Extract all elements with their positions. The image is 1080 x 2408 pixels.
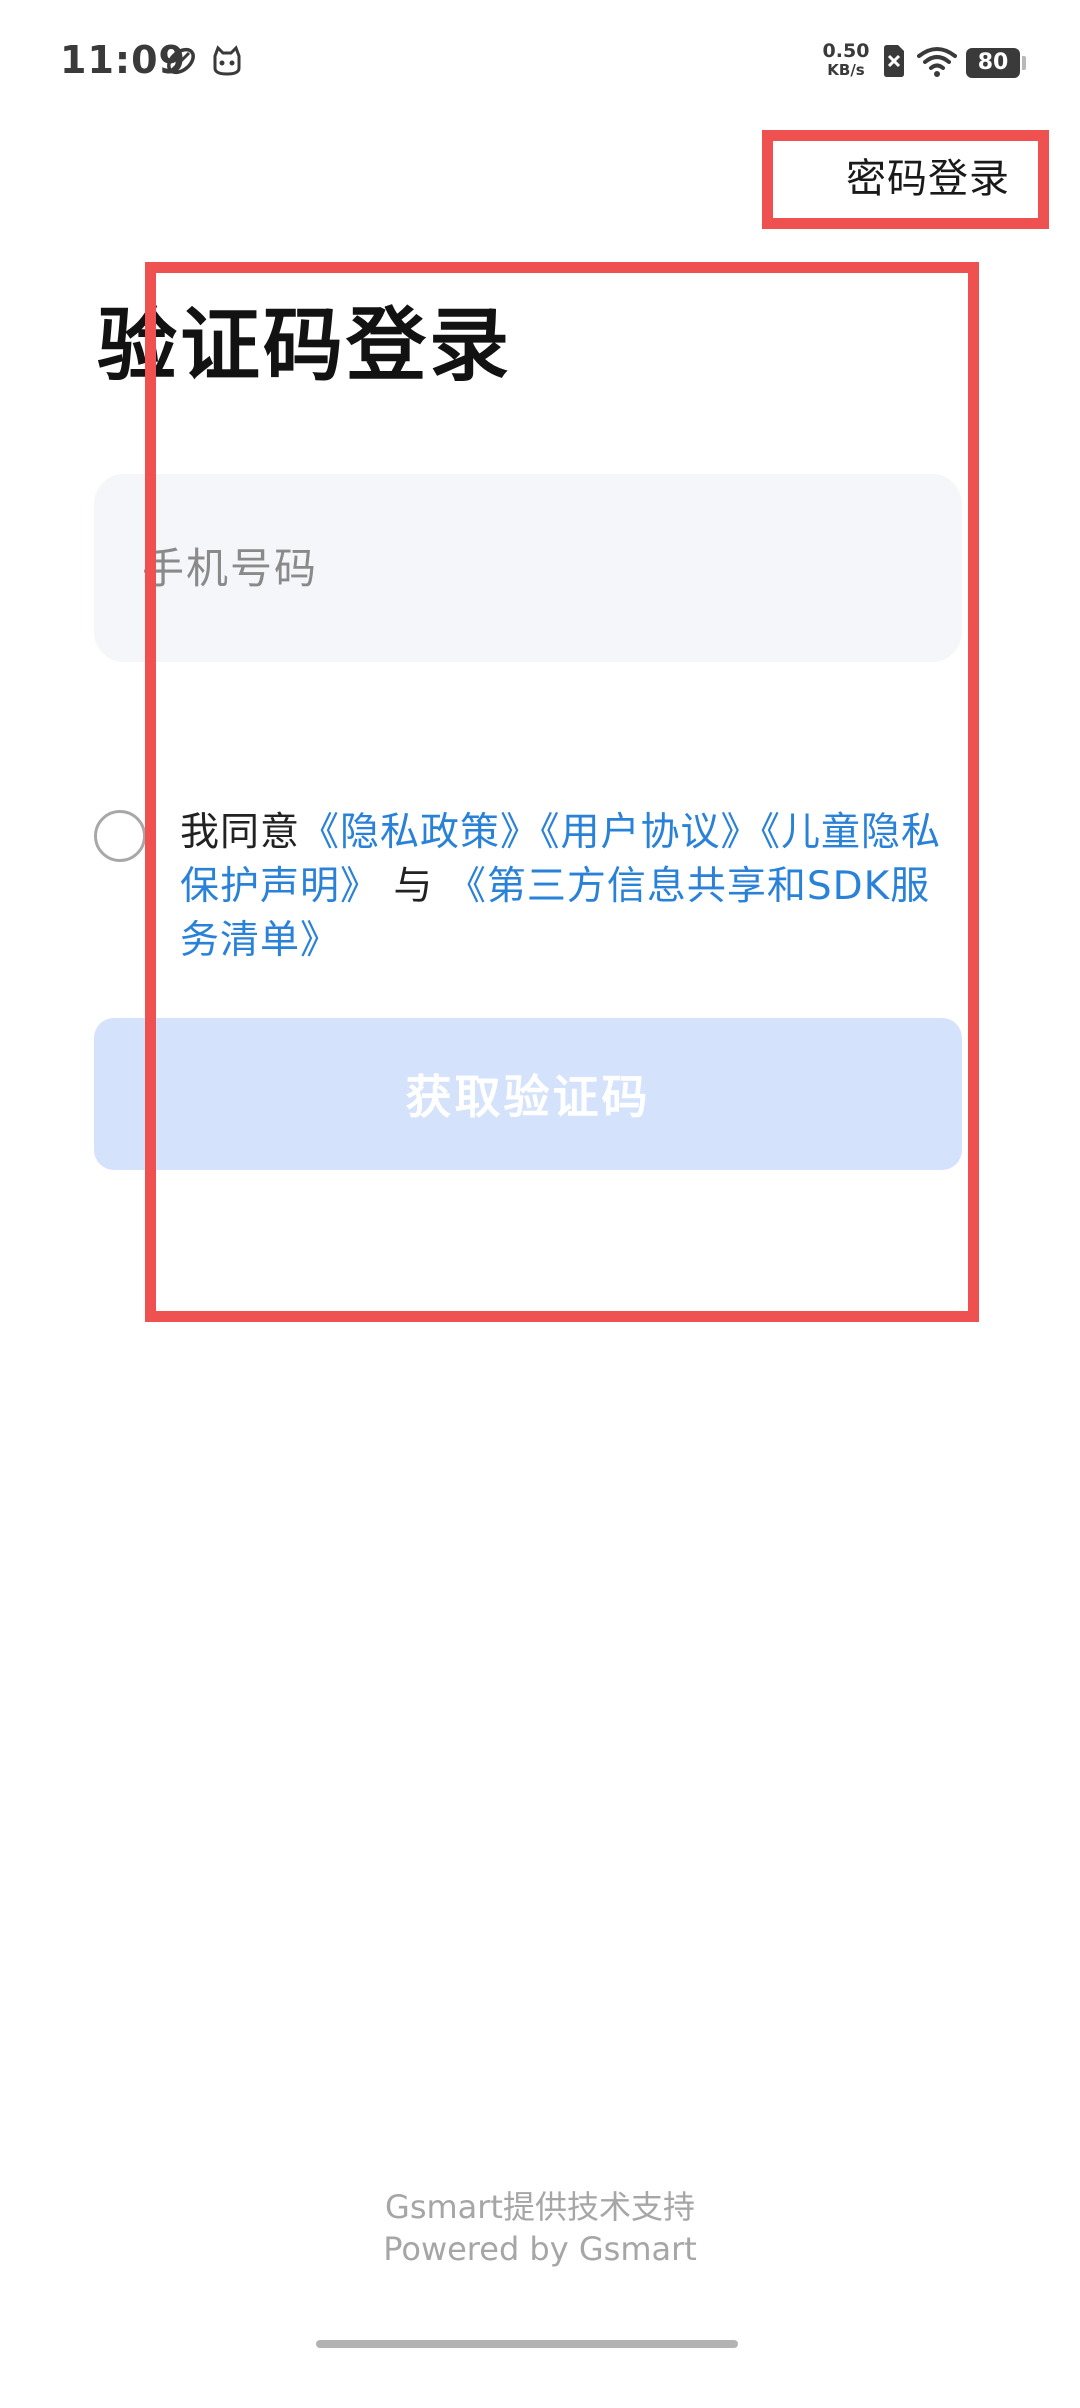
get-code-button[interactable]: 获取验证码 (94, 1018, 962, 1170)
footer-support: Gsmart提供技术支持 (385, 2188, 695, 2226)
network-speed: 0.50 KB/s (818, 42, 874, 78)
privacy-policy-link[interactable]: 《隐私政策》 (300, 810, 540, 855)
phone-number-input[interactable] (142, 474, 922, 662)
network-speed-unit: KB/s (827, 61, 865, 79)
password-login-link[interactable]: 密码登录 (846, 146, 1010, 204)
agreement-checkbox[interactable] (94, 810, 146, 862)
battery-icon: 80 (966, 48, 1020, 78)
network-speed-value: 0.50 (822, 40, 870, 62)
phone-input-container (94, 474, 962, 662)
home-indicator[interactable] (316, 2340, 738, 2348)
battery-level: 80 (977, 50, 1009, 75)
agreement-text: 我同意《隐私政策》《用户协议》《儿童隐私保护声明》 与 《第三方信息共享和SDK… (180, 806, 950, 968)
footer: Gsmart提供技术支持 Powered by Gsmart (0, 2186, 1080, 2270)
agreement-prefix: 我同意 (180, 810, 301, 855)
rugby-ball-icon (167, 47, 195, 75)
battery-cap (1022, 56, 1026, 70)
sim-disabled-icon (884, 45, 904, 77)
wifi-icon (917, 47, 957, 77)
footer-powered-by: Powered by Gsmart (383, 2230, 697, 2268)
user-agreement-link[interactable]: 《用户协议》 (540, 810, 761, 855)
status-bar: 11:09 0.50 KB/s 80 (0, 0, 1080, 126)
agreement-and: 与 (380, 864, 447, 909)
page-title: 验证码登录 (97, 299, 512, 392)
cat-face-icon (213, 45, 241, 76)
